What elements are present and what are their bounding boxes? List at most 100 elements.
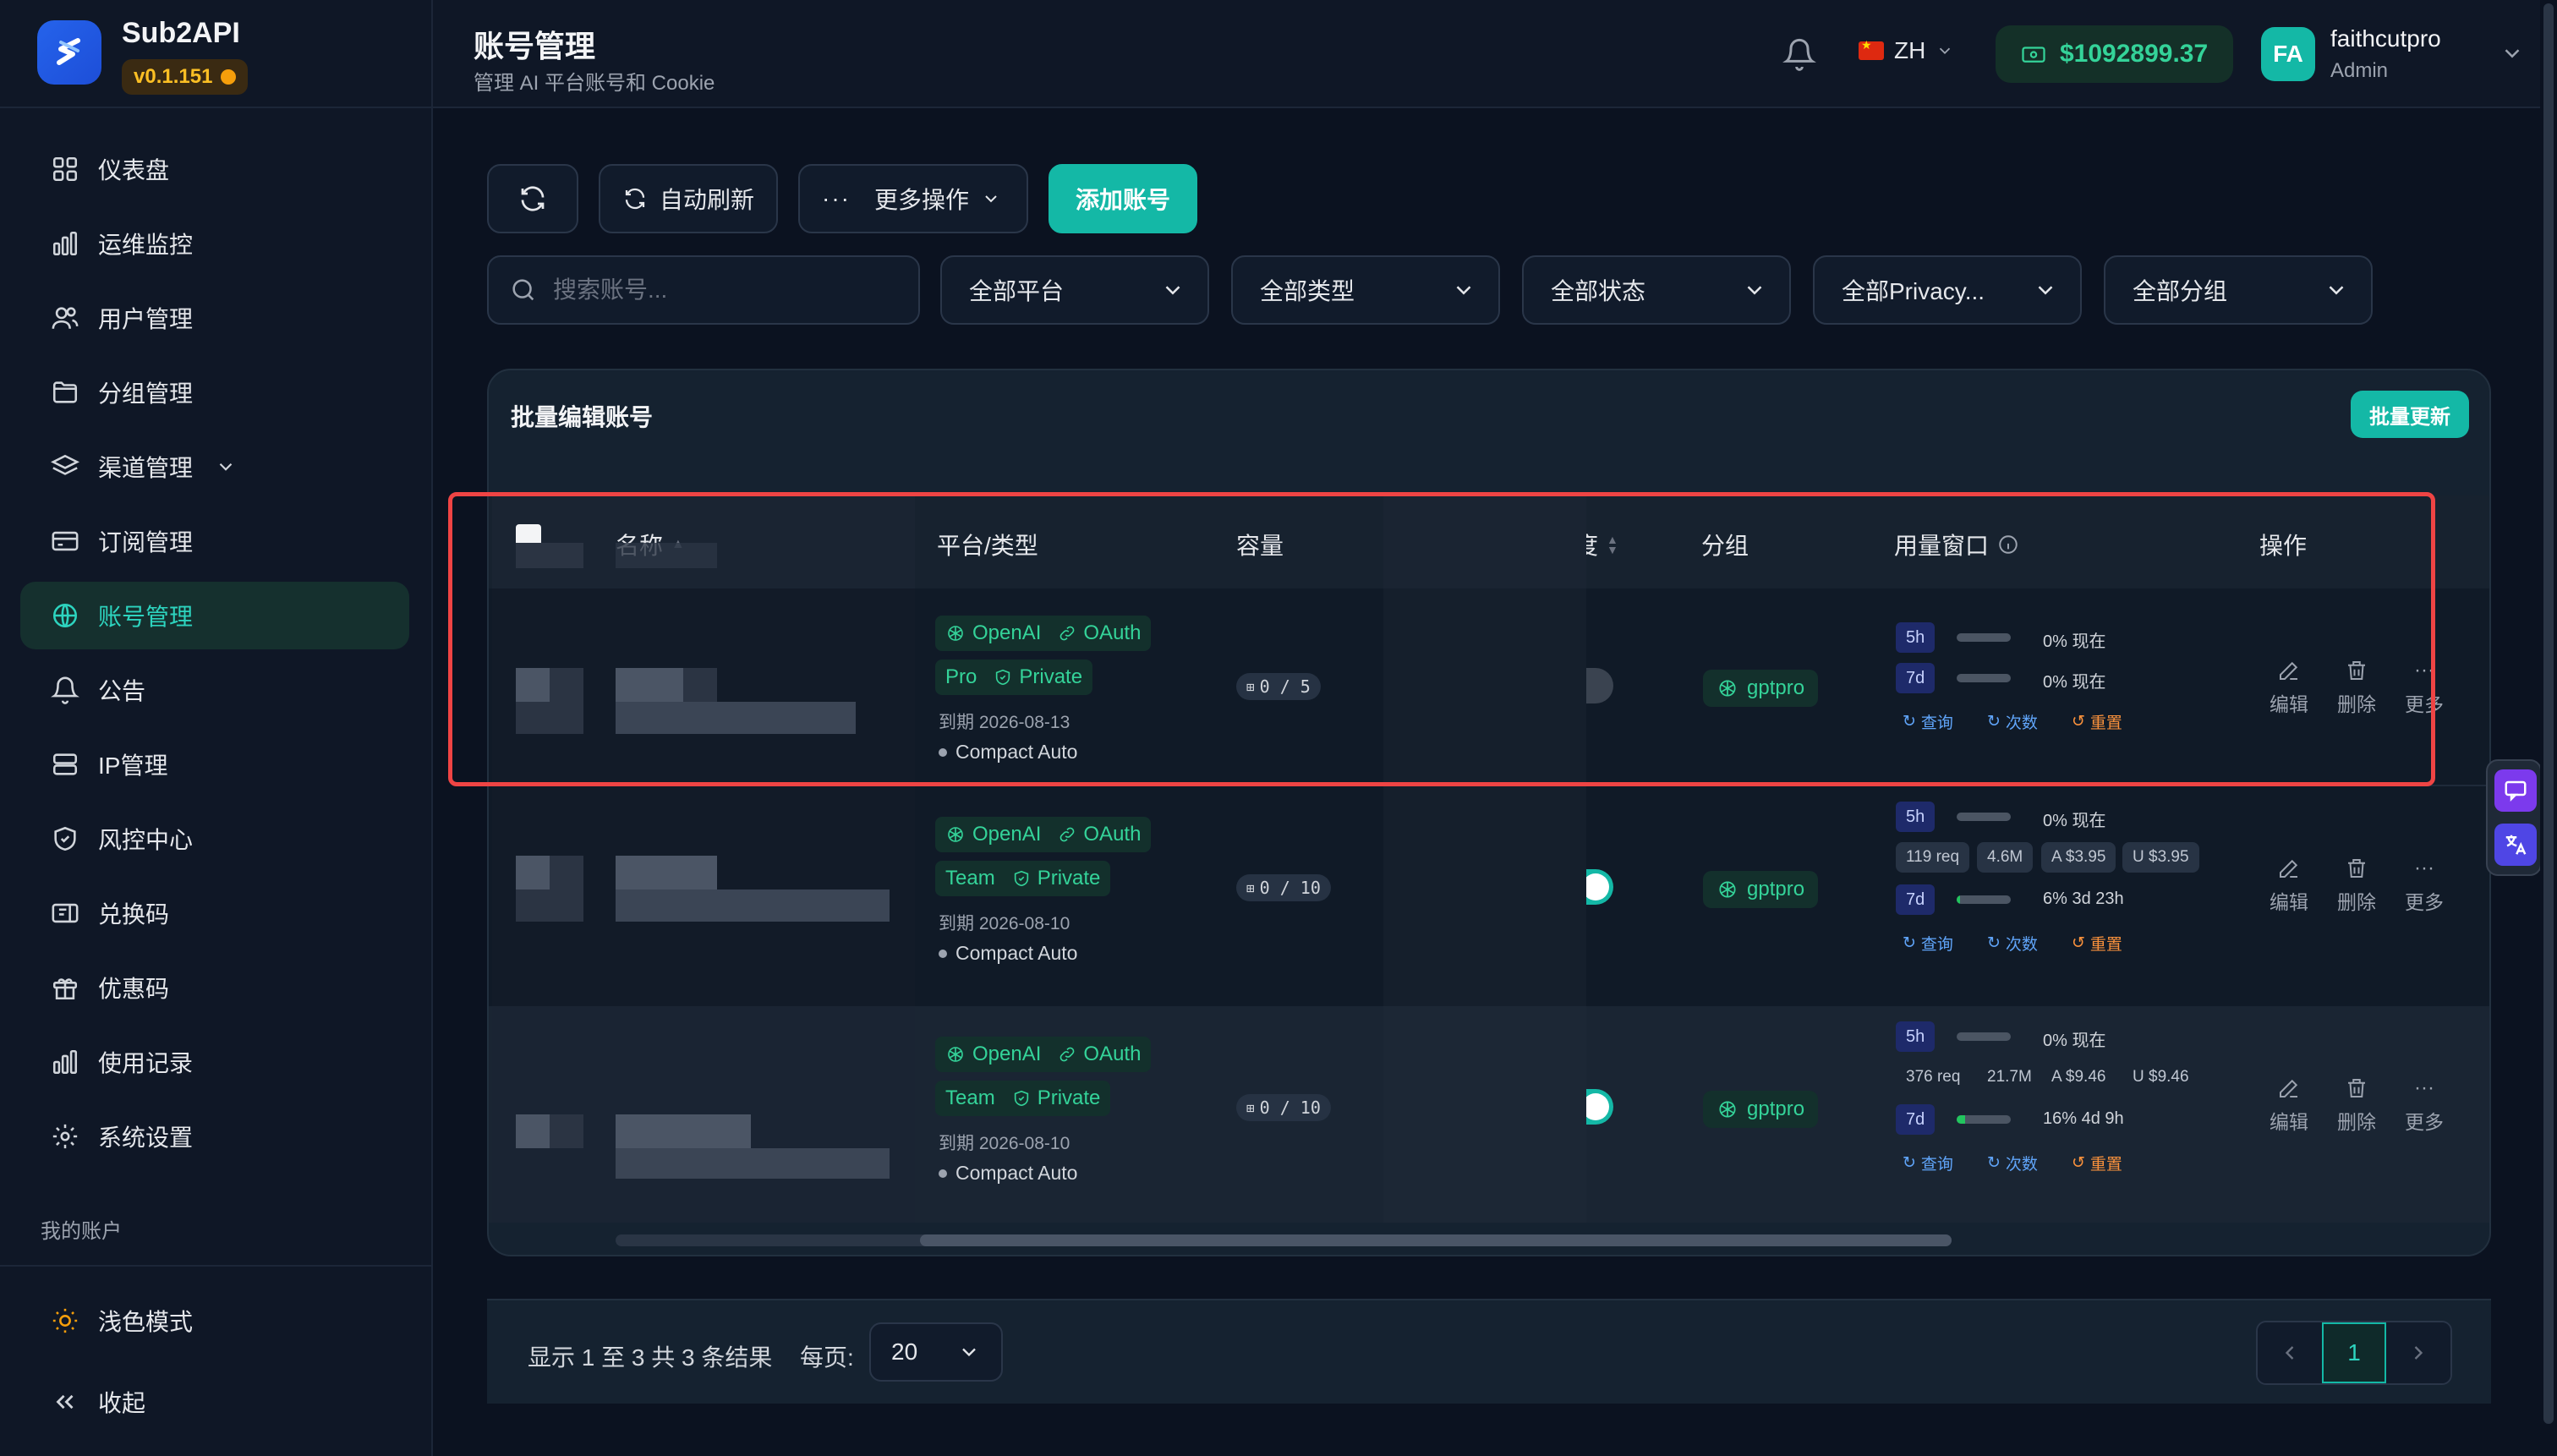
sidebar-item-groups[interactable]: 分组管理 xyxy=(20,359,409,426)
sidebar-item-settings[interactable]: 系统设置 xyxy=(20,1103,409,1170)
chevron-down-icon xyxy=(1940,47,1951,55)
avatar[interactable]: FA xyxy=(2261,27,2315,81)
sidebar-item-usage[interactable]: 使用记录 xyxy=(20,1028,409,1096)
ticket-icon xyxy=(52,903,79,923)
sidebar-item-subscriptions[interactable]: 订阅管理 xyxy=(20,507,409,575)
more-button[interactable]: ··· 更多 xyxy=(2395,1076,2454,1135)
chevron-down-icon xyxy=(985,195,997,203)
refresh-button[interactable] xyxy=(487,164,578,233)
search-input[interactable] xyxy=(553,276,891,304)
edit-button[interactable]: 编辑 xyxy=(2259,856,2319,915)
next-page-button[interactable] xyxy=(2386,1322,2450,1383)
grid-icon: ⊞ xyxy=(1246,1099,1255,1116)
usage-percent-value: 6% xyxy=(2043,889,2067,908)
query-link[interactable]: ↻ 查询 xyxy=(1903,932,1953,955)
scrollbar-thumb[interactable] xyxy=(920,1234,1952,1246)
user-name[interactable]: faithcutpro xyxy=(2330,25,2441,52)
sidebar-item-label: 公告 xyxy=(98,678,146,704)
type-filter[interactable]: 全部类型 xyxy=(1231,255,1500,325)
collapse-sidebar-button[interactable]: 收起 xyxy=(20,1368,409,1436)
trash-icon xyxy=(2348,1079,2365,1097)
mode-text: Compact Auto xyxy=(955,942,1078,964)
delete-label: 删除 xyxy=(2337,891,2376,913)
count-link[interactable]: ↻ 次数 xyxy=(1987,932,2038,955)
sidebar-item-label: 运维监控 xyxy=(98,232,194,258)
auth-label: OAuth xyxy=(1083,1043,1142,1065)
sidebar-item-coupons[interactable]: 优惠码 xyxy=(20,954,409,1021)
sidebar-item-users[interactable]: 用户管理 xyxy=(20,284,409,352)
sidebar-item-dashboard[interactable]: 仪表盘 xyxy=(20,135,409,203)
more-actions-button[interactable]: ··· 更多操作 xyxy=(798,164,1028,233)
per-page-select[interactable]: 20 xyxy=(869,1322,1003,1382)
blurred-block xyxy=(516,889,583,922)
balance-amount: $1092899.37 xyxy=(2060,40,2209,68)
auto-refresh-button[interactable]: 自动刷新 xyxy=(599,164,778,233)
reset-link[interactable]: ↺ 重置 xyxy=(2072,1152,2122,1174)
sidebar-item-risk[interactable]: 风控中心 xyxy=(20,805,409,873)
dashboard-icon xyxy=(52,156,78,182)
sidebar-item-accounts[interactable]: 账号管理 xyxy=(20,582,409,649)
chevron-down-icon xyxy=(2329,286,2344,295)
more-label: 更多 xyxy=(2405,891,2444,913)
language-code: ZH xyxy=(1894,37,1926,63)
refresh-icon: ↻ xyxy=(1987,1154,2001,1172)
bulk-update-button[interactable]: 批量更新 xyxy=(2351,391,2469,438)
more-button[interactable]: ··· 更多 xyxy=(2395,856,2454,915)
status-filter[interactable]: 全部状态 xyxy=(1522,255,1791,325)
delete-button[interactable]: 删除 xyxy=(2327,856,2386,915)
window-tag: 7d xyxy=(1896,1104,1936,1135)
query-label: 查询 xyxy=(1920,1156,1953,1174)
sidebar-item-label: 系统设置 xyxy=(98,1125,194,1151)
page-scrollbar-thumb[interactable] xyxy=(2543,3,2554,1424)
refresh-icon: ↻ xyxy=(1903,934,1916,952)
chat-icon[interactable] xyxy=(2494,769,2537,812)
chevron-down-icon[interactable] xyxy=(2500,41,2525,66)
status-dot-icon xyxy=(939,949,947,958)
add-account-button[interactable]: 添加账号 xyxy=(1049,164,1197,233)
sidebar-item-ip[interactable]: IP管理 xyxy=(20,731,409,798)
query-link[interactable]: ↻ 查询 xyxy=(1903,1152,1953,1174)
capacity-value: 0 / 10 xyxy=(1259,878,1321,898)
more-label: 更多 xyxy=(2405,1111,2444,1133)
horizontal-scrollbar[interactable] xyxy=(616,1234,1952,1246)
bulk-edit-title: 批量编辑账号 xyxy=(511,404,654,430)
sidebar-item-ops-monitor[interactable]: 运维监控 xyxy=(20,210,409,277)
gift-icon xyxy=(52,978,78,1000)
usage-bar xyxy=(1957,895,2011,904)
theme-label: 浅色模式 xyxy=(98,1309,194,1335)
language-selector[interactable]: ZH xyxy=(1859,37,1954,64)
privacy-filter[interactable]: 全部Privacy... xyxy=(1813,255,2082,325)
search-box[interactable] xyxy=(487,255,920,325)
privacy-label: Private xyxy=(1037,1087,1101,1109)
usage-reset-time: 4d 9h xyxy=(2081,1109,2124,1128)
balance-badge[interactable]: $1092899.37 xyxy=(1996,25,2234,83)
page-button-current[interactable]: 1 xyxy=(2322,1322,2386,1383)
china-flag-icon xyxy=(1859,38,1884,60)
group-filter[interactable]: 全部分组 xyxy=(2104,255,2373,325)
edit-button[interactable]: 编辑 xyxy=(2259,1076,2319,1135)
group-label: gptpro xyxy=(1747,878,1805,900)
plan-badge: Team Private xyxy=(935,861,1111,896)
top-header: 账号管理 管理 AI 平台账号和 Cookie ZH $1092899.37 F… xyxy=(433,0,2557,108)
usage-percent-value: 0% xyxy=(2043,812,2067,830)
reset-link[interactable]: ↺ 重置 xyxy=(2072,932,2122,955)
prev-page-button[interactable] xyxy=(2258,1322,2322,1383)
sidebar-item-redeem[interactable]: 兑换码 xyxy=(20,879,409,947)
refresh-icon: ↻ xyxy=(1987,934,2001,952)
platform-filter[interactable]: 全部平台 xyxy=(940,255,1209,325)
notification-bell-icon[interactable] xyxy=(1782,37,1816,71)
collapse-label: 收起 xyxy=(98,1390,146,1416)
theme-toggle-button[interactable]: 浅色模式 xyxy=(20,1287,409,1355)
stat-requests: 119 req xyxy=(1896,842,1970,873)
count-link[interactable]: ↻ 次数 xyxy=(1987,1152,2038,1174)
openai-icon xyxy=(1719,1101,1736,1118)
pagination-bar: 显示 1 至 3 共 3 条结果 每页: 20 1 xyxy=(487,1299,2491,1404)
sidebar-item-announcements[interactable]: 公告 xyxy=(20,656,409,724)
sidebar-item-channels[interactable]: 渠道管理 xyxy=(20,433,409,501)
page-scrollbar[interactable] xyxy=(2540,0,2557,1456)
translate-icon[interactable] xyxy=(2494,824,2537,866)
delete-button[interactable]: 删除 xyxy=(2327,1076,2386,1135)
more-actions-label: 更多操作 xyxy=(873,187,969,213)
refresh-icon xyxy=(521,186,545,211)
plan-label: Team xyxy=(945,867,995,889)
